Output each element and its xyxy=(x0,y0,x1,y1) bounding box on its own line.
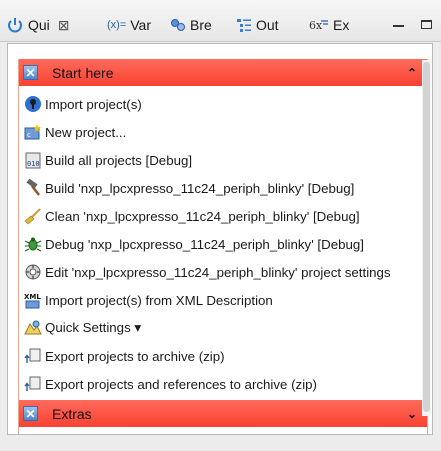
new-project-link[interactable]: c New project... xyxy=(23,118,126,146)
tab-breakpoints[interactable]: Bre xyxy=(170,13,212,37)
quick-settings-icon xyxy=(23,319,42,338)
item-label: Import project(s) from XML Description xyxy=(45,292,273,308)
outline-icon xyxy=(236,17,252,33)
section-title: Start here xyxy=(52,64,114,81)
build-all-icon: 010 xyxy=(23,151,42,170)
debug-project-link[interactable]: Debug 'nxp_lpcxpresso_11c24_periph_blink… xyxy=(23,230,364,258)
tab-label: Out xyxy=(256,17,279,33)
svg-text:010: 010 xyxy=(27,160,40,168)
item-label: Export projects and references to archiv… xyxy=(45,376,317,392)
hammer-icon xyxy=(23,179,42,198)
svg-text:6x: 6x xyxy=(309,19,323,32)
maximize-button[interactable] xyxy=(421,20,432,29)
import-icon xyxy=(23,95,42,114)
item-label: Build 'nxp_lpcxpresso_11c24_periph_blink… xyxy=(45,180,355,196)
edit-project-settings-link[interactable]: Edit 'nxp_lpcxpresso_11c24_periph_blinky… xyxy=(23,258,391,286)
broom-icon xyxy=(23,207,42,226)
xml-icon: XML xyxy=(23,291,42,310)
expand-chevron-icon[interactable]: ⌄ xyxy=(407,407,417,421)
quickstart-panel: ✕ Start here ⌃ Import project(s) c New p… xyxy=(7,43,433,435)
view-tab-bar: Qui ⊠ (x)= Var Bre Out 6x Ex xyxy=(0,0,441,42)
close-icon[interactable]: ⊠ xyxy=(58,17,70,34)
tab-label: Ex xyxy=(333,17,350,33)
build-project-link[interactable]: Build 'nxp_lpcxpresso_11c24_periph_blink… xyxy=(23,174,354,202)
tab-outline[interactable]: Out xyxy=(236,13,279,37)
tab-label: Bre xyxy=(190,17,212,33)
minimize-button[interactable] xyxy=(393,22,404,27)
item-label: New project... xyxy=(45,124,127,140)
bug-icon xyxy=(23,235,42,254)
export-refs-icon xyxy=(23,375,42,394)
scrollbar-thumb[interactable] xyxy=(423,62,430,412)
section-icon: ✕ xyxy=(23,406,38,421)
expressions-icon: 6x xyxy=(309,18,329,32)
section-extras[interactable]: ✕ Extras ⌄ xyxy=(19,400,427,427)
export-archive-link[interactable]: Export projects to archive (zip) xyxy=(23,342,225,370)
export-references-link[interactable]: Export projects and references to archiv… xyxy=(23,370,317,398)
import-xml-link[interactable]: XML Import project(s) from XML Descripti… xyxy=(23,286,273,314)
item-label: Clean 'nxp_lpcxpresso_11c24_periph_blink… xyxy=(45,208,360,224)
svg-text:c: c xyxy=(27,131,31,139)
collapse-chevron-icon[interactable]: ⌃ xyxy=(407,66,417,80)
tab-variables[interactable]: (x)= Var xyxy=(107,13,151,37)
quickstart-content: ✕ Start here ⌃ Import project(s) c New p… xyxy=(18,59,428,434)
quick-settings-menu[interactable]: Quick Settings ▾ xyxy=(23,314,141,342)
item-label: Import project(s) xyxy=(45,96,142,112)
tab-label: Qui xyxy=(28,17,50,33)
build-all-link[interactable]: 010 Build all projects [Debug] xyxy=(23,146,192,174)
tab-expressions[interactable]: 6x Ex xyxy=(309,13,349,37)
section-title: Extras xyxy=(52,405,92,422)
item-label: Quick Settings ▾ xyxy=(45,320,142,335)
tab-label: Var xyxy=(130,17,151,33)
vertical-scrollbar[interactable] xyxy=(422,60,431,416)
import-projects-link[interactable]: Import project(s) xyxy=(23,90,142,118)
new-project-icon: c xyxy=(23,123,42,142)
clean-project-link[interactable]: Clean 'nxp_lpcxpresso_11c24_periph_blink… xyxy=(23,202,360,230)
svg-text:XML: XML xyxy=(24,293,41,301)
item-label: Edit 'nxp_lpcxpresso_11c24_periph_blinky… xyxy=(45,264,391,280)
variables-icon: (x)= xyxy=(107,19,127,31)
breakpoints-icon xyxy=(170,18,186,32)
tab-quickstart[interactable]: Qui ⊠ xyxy=(6,13,70,37)
item-label: Build all projects [Debug] xyxy=(45,152,193,168)
settings-icon xyxy=(23,263,42,282)
item-label: Export projects to archive (zip) xyxy=(45,348,225,364)
power-icon xyxy=(6,16,24,34)
export-icon xyxy=(23,347,42,366)
item-label: Debug 'nxp_lpcxpresso_11c24_periph_blink… xyxy=(45,236,364,252)
section-icon: ✕ xyxy=(23,65,38,80)
section-start-here[interactable]: ✕ Start here ⌃ xyxy=(19,59,427,86)
